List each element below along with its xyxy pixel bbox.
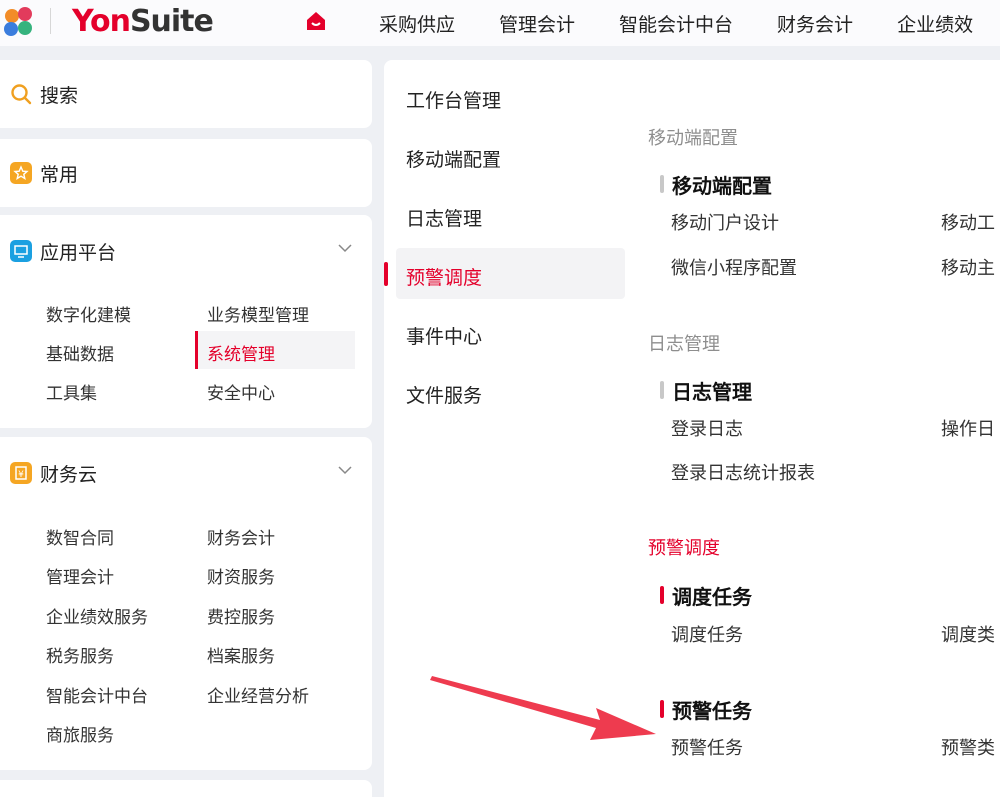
common-label: 常用 (40, 163, 79, 186)
logo-divider (50, 8, 51, 34)
search-label: 搜索 (40, 84, 79, 107)
link-wechat-miniprogram[interactable]: 微信小程序配置 (671, 254, 797, 280)
sidebar-item-business-model[interactable]: 业务模型管理 (207, 301, 309, 326)
sidebar-item-treasury[interactable]: 财资服务 (207, 563, 275, 588)
menu-item-file-service[interactable]: 文件服务 (406, 381, 482, 408)
group-title-log: 日志管理 (660, 376, 752, 405)
active-menu-indicator (384, 262, 388, 286)
chevron-down-icon[interactable] (338, 241, 352, 255)
menu-panel: 工作台管理 移动端配置 日志管理 预警调度 事件中心 文件服务 移动端配置 移动… (384, 60, 1000, 797)
link-schedule-type[interactable]: 调度类 (941, 621, 995, 647)
platform-header[interactable]: 应用平台 (10, 239, 117, 264)
search-card[interactable]: 搜索 (0, 60, 372, 128)
finance-header[interactable]: ¥ 财务云 (10, 461, 98, 486)
common-card[interactable]: 常用 (0, 139, 372, 207)
star-icon (10, 162, 32, 184)
menu-item-log-management[interactable]: 日志管理 (406, 204, 482, 231)
link-operation-log[interactable]: 操作日 (941, 415, 995, 441)
link-login-log-report[interactable]: 登录日志统计报表 (671, 459, 815, 485)
home-icon[interactable] (304, 9, 328, 33)
group-indicator (660, 381, 664, 399)
group-indicator (660, 700, 664, 718)
sidebar-item-security-center[interactable]: 安全中心 (207, 379, 275, 404)
top-bar: YonSuite 采购供应 管理会计 智能会计中台 财务会计 企业绩效 (0, 0, 1000, 46)
menu-item-workbench[interactable]: 工作台管理 (406, 86, 501, 113)
sidebar-item-performance-service[interactable]: 企业绩效服务 (46, 603, 148, 628)
menu-item-mobile-config[interactable]: 移动端配置 (406, 145, 501, 172)
sidebar-item-tax-service[interactable]: 税务服务 (46, 642, 114, 667)
link-mobile-main[interactable]: 移动主 (941, 254, 995, 280)
platform-card: 应用平台 数字化建模 业务模型管理 基础数据 系统管理 工具集 安全中心 (0, 215, 372, 428)
active-item-indicator (195, 331, 198, 369)
section-title-log: 日志管理 (648, 334, 720, 355)
sidebar-item-archive-service[interactable]: 档案服务 (207, 642, 275, 667)
svg-text:¥: ¥ (18, 470, 24, 480)
nav-item-performance[interactable]: 企业绩效 (897, 10, 973, 37)
section-title-mobile: 移动端配置 (648, 128, 738, 149)
sidebar-item-expense-control[interactable]: 费控服务 (207, 603, 275, 628)
group-title-alert-task: 预警任务 (660, 695, 752, 724)
group-indicator (660, 175, 664, 193)
link-schedule-task[interactable]: 调度任务 (671, 621, 743, 647)
group-title-schedule: 调度任务 (660, 581, 752, 610)
monitor-icon (10, 240, 32, 262)
sidebar-item-travel-service[interactable]: 商旅服务 (46, 721, 114, 746)
link-mobile-work[interactable]: 移动工 (941, 209, 995, 235)
sidebar-item-toolset[interactable]: 工具集 (46, 379, 97, 404)
section-title-alert: 预警调度 (648, 538, 720, 559)
sidebar-item-smart-accounting[interactable]: 智能会计中台 (46, 682, 148, 707)
link-mobile-portal-design[interactable]: 移动门户设计 (671, 209, 779, 235)
sidebar-item-financial-accounting[interactable]: 财务会计 (207, 524, 275, 549)
nav-item-financial-accounting[interactable]: 财务会计 (777, 10, 853, 37)
chevron-down-icon[interactable] (338, 463, 352, 477)
search-icon (11, 84, 32, 105)
nav-item-management-accounting[interactable]: 管理会计 (499, 10, 575, 37)
finance-icon: ¥ (10, 462, 32, 484)
link-login-log[interactable]: 登录日志 (671, 415, 743, 441)
menu-item-alert-scheduling[interactable]: 预警调度 (406, 263, 482, 290)
link-alert-task[interactable]: 预警任务 (671, 734, 743, 760)
sidebar-item-smart-contract[interactable]: 数智合同 (46, 524, 114, 549)
sidebar-item-digital-modeling[interactable]: 数字化建模 (46, 301, 131, 326)
group-indicator (660, 586, 664, 604)
group-title-mobile: 移动端配置 (660, 170, 772, 199)
nav-item-smart-accounting[interactable]: 智能会计中台 (619, 10, 733, 37)
nav-item-procurement[interactable]: 采购供应 (379, 10, 455, 37)
menu-item-event-center[interactable]: 事件中心 (406, 322, 482, 349)
next-card (0, 780, 372, 797)
sidebar-item-master-data[interactable]: 基础数据 (46, 340, 114, 365)
finance-label: 财务云 (40, 463, 98, 486)
link-alert-type[interactable]: 预警类 (941, 734, 995, 760)
sidebar-item-business-analysis[interactable]: 企业经营分析 (207, 682, 309, 707)
brand-logo: YonSuite (72, 4, 214, 39)
platform-label: 应用平台 (40, 241, 117, 264)
finance-card: ¥ 财务云 数智合同 财务会计 管理会计 财资服务 企业绩效服务 费控服务 税务… (0, 437, 372, 770)
top-nav: 采购供应 管理会计 智能会计中台 财务会计 企业绩效 (379, 0, 1000, 46)
sidebar-item-management-accounting[interactable]: 管理会计 (46, 563, 114, 588)
sidebar-item-system-management[interactable]: 系统管理 (207, 340, 275, 365)
app-launcher-icon[interactable] (2, 5, 36, 39)
